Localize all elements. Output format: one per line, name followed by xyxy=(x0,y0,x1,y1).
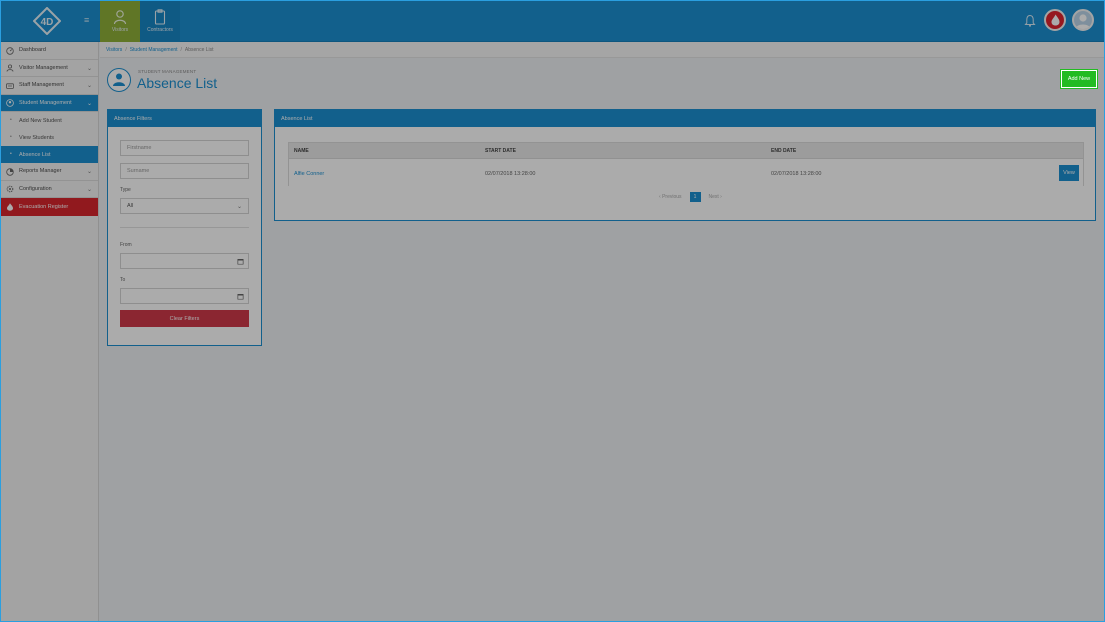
sidebar-item-label: Student Management xyxy=(19,99,72,106)
filters-panel-title: Absence Filters xyxy=(108,110,261,127)
flame-icon xyxy=(1051,14,1060,26)
surname-placeholder: Surname xyxy=(127,168,150,174)
breadcrumb-visitors[interactable]: Visitors xyxy=(106,47,122,53)
type-label: Type xyxy=(120,187,131,193)
calendar-icon[interactable] xyxy=(237,293,244,300)
firstname-placeholder: Firstname xyxy=(127,145,152,151)
sidebar-item-evacuation-register[interactable]: Evacuation Register xyxy=(0,198,98,216)
sidebar-item-student-management[interactable]: Student Management ⌄ xyxy=(0,94,98,112)
sidebar-item-label: Add New Student xyxy=(19,117,62,124)
pagination-next-label: Next xyxy=(708,194,719,200)
topnav-visitors-label: Visitors xyxy=(111,27,129,33)
sidebar-item-label: Absence List xyxy=(19,151,51,158)
id-card-icon xyxy=(6,82,14,89)
filters-divider xyxy=(120,227,249,228)
chevron-down-icon: ⌄ xyxy=(236,204,242,210)
sidebar-item-label: Dashboard xyxy=(19,47,46,54)
sidebar-item-label: Evacuation Register xyxy=(19,203,69,210)
gear-icon xyxy=(6,185,14,193)
pagination: ‹ Previous 1 Next › xyxy=(655,192,726,202)
breadcrumb-student-management[interactable]: Student Management xyxy=(130,47,178,53)
user-icon xyxy=(1075,14,1091,29)
from-label: From xyxy=(120,242,132,248)
column-header-name[interactable]: NAME xyxy=(294,148,309,154)
sidebar-item-visitor-management[interactable]: Visitor Management ⌄ xyxy=(0,60,98,77)
to-date-input[interactable] xyxy=(120,288,249,304)
surname-input[interactable]: Surname xyxy=(120,163,249,179)
type-select[interactable]: All ⌄ xyxy=(120,198,249,214)
list-panel-title: Absence List xyxy=(275,110,1095,127)
student-icon xyxy=(6,99,14,107)
report-icon xyxy=(6,167,14,176)
absence-filters-panel: Absence Filters Firstname Surname Type A… xyxy=(107,109,262,346)
sidebar-item-label: Configuration xyxy=(19,185,52,192)
person-icon xyxy=(113,10,127,25)
sidebar-item-label: View Students xyxy=(19,134,55,141)
sidebar-item-dashboard[interactable]: Dashboard xyxy=(0,42,98,60)
menu-toggle-icon[interactable]: ≡ xyxy=(84,16,92,25)
person-icon xyxy=(6,64,14,72)
clipboard-icon xyxy=(154,9,166,25)
row-start-date: 02/07/2018 13:28:00 xyxy=(485,171,536,177)
topnav-contractors[interactable]: Contractors xyxy=(140,0,180,42)
absence-list-panel: Absence List NAME START DATE END DATE Al… xyxy=(274,109,1096,221)
view-button[interactable]: View xyxy=(1059,165,1079,181)
table-row: Alfie Conner 02/07/2018 13:28:00 02/07/2… xyxy=(289,160,1083,187)
pagination-current-page[interactable]: 1 xyxy=(689,192,701,202)
sidebar-item-reports-manager[interactable]: Reports Manager ⌄ xyxy=(0,163,98,181)
sidebar-subitem-absence-list[interactable]: Absence List xyxy=(0,146,98,163)
to-label: To xyxy=(120,277,126,283)
column-header-end-date[interactable]: END DATE xyxy=(771,148,796,154)
sidebar-item-configuration[interactable]: Configuration ⌄ xyxy=(0,181,98,198)
breadcrumb-current: Absence List xyxy=(184,46,214,53)
pagination-previous-label: Previous xyxy=(662,194,682,200)
chevron-down-icon: ⌄ xyxy=(86,65,92,72)
add-new-button[interactable]: Add New xyxy=(1060,69,1098,89)
breadcrumb-separator: / xyxy=(180,46,182,53)
user-avatar[interactable] xyxy=(1072,9,1094,31)
type-select-value: All xyxy=(127,203,134,209)
svg-text:4D: 4D xyxy=(41,17,54,28)
table-header: NAME START DATE END DATE xyxy=(289,143,1083,159)
page-title: Absence List xyxy=(137,75,218,91)
sidebar: Dashboard Visitor Management ⌄ Staff Man… xyxy=(0,42,99,622)
dashboard-icon xyxy=(6,46,14,55)
row-name-link[interactable]: Alfie Conner xyxy=(294,171,324,177)
sidebar-item-label: Staff Management xyxy=(19,82,64,89)
chevron-down-icon: ⌄ xyxy=(86,169,92,175)
chevron-down-icon: ⌄ xyxy=(86,100,92,107)
sidebar-item-staff-management[interactable]: Staff Management ⌄ xyxy=(0,77,98,95)
bell-icon[interactable] xyxy=(1024,14,1036,27)
column-header-start-date[interactable]: START DATE xyxy=(485,148,516,154)
sidebar-item-label: Visitor Management xyxy=(19,64,68,71)
pagination-previous[interactable]: ‹ Previous xyxy=(659,194,682,200)
chevron-down-icon: ⌄ xyxy=(86,186,92,193)
pagination-next[interactable]: Next › xyxy=(709,194,722,200)
flame-icon xyxy=(7,202,13,211)
top-bar: 4D ≡ Visitors Contractors xyxy=(0,0,1105,42)
student-icon xyxy=(107,68,131,92)
row-end-date: 02/07/2018 13:28:00 xyxy=(771,171,822,177)
topnav-visitors[interactable]: Visitors xyxy=(100,0,140,42)
chevron-down-icon: ⌄ xyxy=(86,83,92,89)
sidebar-item-label: Reports Manager xyxy=(19,168,62,175)
calendar-icon[interactable] xyxy=(237,258,244,265)
sidebar-subitem-add-new-student[interactable]: Add New Student xyxy=(0,112,98,129)
absence-table: NAME START DATE END DATE Alfie Conner 02… xyxy=(288,142,1084,187)
logo-area: 4D ≡ xyxy=(0,0,99,42)
topnav-contractors-label: Contractors xyxy=(147,27,173,33)
from-date-input[interactable] xyxy=(120,253,249,269)
evacuation-alert-button[interactable] xyxy=(1044,9,1066,31)
breadcrumb-separator: / xyxy=(125,46,127,53)
breadcrumb: Visitors / Student Management / Absence … xyxy=(100,42,1105,58)
4d-logo-icon[interactable]: 4D xyxy=(33,7,61,35)
page-subtitle: STUDENT MANAGEMENT xyxy=(138,69,197,74)
sidebar-subitem-view-students[interactable]: View Students xyxy=(0,129,98,146)
clear-filters-button[interactable]: Clear Filters xyxy=(120,310,249,327)
firstname-input[interactable]: Firstname xyxy=(120,140,249,156)
